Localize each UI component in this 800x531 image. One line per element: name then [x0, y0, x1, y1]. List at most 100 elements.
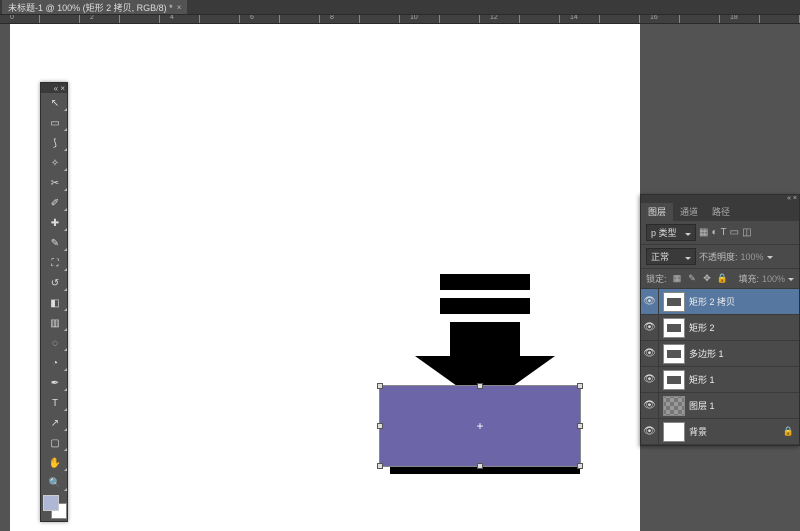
transform-handle-bot-mid[interactable]: [477, 463, 483, 469]
blend-opacity-row: 正常 不透明度: 100%: [641, 245, 799, 269]
transform-handle-bot-left[interactable]: [377, 463, 383, 469]
chevron-down-icon[interactable]: [788, 273, 794, 284]
tools-palette-header[interactable]: « ×: [41, 83, 67, 93]
layer-thumbnail[interactable]: [663, 370, 685, 390]
layer-thumbnail[interactable]: [663, 396, 685, 416]
visibility-eye-icon[interactable]: 👁: [641, 393, 659, 418]
transform-handle-mid-left[interactable]: [377, 423, 383, 429]
selected-shape-rect[interactable]: +: [380, 386, 580, 466]
path-select-tool[interactable]: ↗: [41, 413, 69, 433]
layer-list: 👁 矩形 2 拷贝 👁矩形 2👁多边形 1👁矩形 1👁图层 1👁背景🔒: [641, 289, 799, 445]
pen-tool[interactable]: ✒: [41, 373, 69, 393]
tool-glyph-icon: ⛶: [52, 258, 59, 269]
panel-collapse-bar[interactable]: « ×: [641, 195, 799, 203]
crop-tool[interactable]: ✂: [41, 173, 69, 193]
filter-type-icon[interactable]: T: [721, 227, 727, 238]
eraser-tool[interactable]: ◧: [41, 293, 69, 313]
ruler-ticks: [0, 15, 800, 23]
document-tab-title: 未标题-1 @ 100% (矩形 2 拷贝, RGB/8) *: [8, 1, 173, 14]
flyout-triangle-icon: [64, 228, 67, 231]
tab-layers[interactable]: 图层: [641, 203, 673, 221]
fill-value[interactable]: 100%: [762, 274, 785, 284]
gradient-tool[interactable]: ▥: [41, 313, 69, 333]
eyedropper-tool[interactable]: ✐: [41, 193, 69, 213]
shape-tool[interactable]: ▢: [41, 433, 69, 453]
layer-name-label: 矩形 2 拷贝: [689, 295, 799, 308]
hand-tool[interactable]: ✋: [41, 453, 69, 473]
flyout-triangle-icon: [64, 168, 67, 171]
move-tool[interactable]: ↖: [41, 93, 69, 113]
layer-thumbnail[interactable]: [663, 422, 685, 442]
transform-handle-bot-right[interactable]: [577, 463, 583, 469]
tool-glyph-icon: ▭: [50, 118, 59, 129]
transform-center-icon[interactable]: +: [475, 421, 485, 431]
layer-row[interactable]: 👁多边形 1: [641, 341, 799, 367]
tool-glyph-icon: ▥: [50, 318, 59, 329]
chevron-down-icon[interactable]: [767, 251, 773, 262]
layer-row[interactable]: 👁矩形 2: [641, 315, 799, 341]
layer-row[interactable]: 👁背景🔒: [641, 419, 799, 445]
visibility-eye-icon[interactable]: 👁: [641, 289, 659, 314]
lock-transparent-icon[interactable]: ▦: [672, 273, 683, 284]
tab-paths[interactable]: 路径: [705, 203, 737, 221]
lock-icon: 🔒: [783, 426, 794, 437]
flyout-triangle-icon: [64, 408, 67, 411]
layer-thumbnail[interactable]: [663, 344, 685, 364]
brush-tool[interactable]: ✎: [41, 233, 69, 253]
transform-handle-top-mid[interactable]: [477, 383, 483, 389]
layer-row[interactable]: 👁矩形 1: [641, 367, 799, 393]
type-tool[interactable]: T: [41, 393, 69, 413]
canvas[interactable]: +: [10, 24, 640, 531]
collapse-icon[interactable]: « ×: [787, 195, 797, 203]
tool-glyph-icon: ↖: [51, 98, 59, 109]
dodge-tool[interactable]: ◔: [41, 353, 69, 373]
visibility-eye-icon[interactable]: 👁: [641, 315, 659, 340]
tab-channels[interactable]: 通道: [673, 203, 705, 221]
color-swatch[interactable]: [43, 495, 67, 519]
visibility-eye-icon[interactable]: 👁: [641, 419, 659, 444]
layer-thumbnail[interactable]: [663, 292, 685, 312]
kind-select[interactable]: p 类型: [646, 224, 696, 241]
filter-shape-icon[interactable]: ▭: [730, 227, 739, 238]
history-brush-tool[interactable]: ↺: [41, 273, 69, 293]
flyout-triangle-icon: [64, 448, 67, 451]
visibility-eye-icon[interactable]: 👁: [641, 341, 659, 366]
transform-handle-top-left[interactable]: [377, 383, 383, 389]
zoom-tool[interactable]: 🔍: [41, 473, 69, 493]
chevron-down-icon: [685, 228, 691, 238]
visibility-eye-icon[interactable]: 👁: [641, 367, 659, 392]
blur-tool[interactable]: ◌: [41, 333, 69, 353]
lock-all-icon[interactable]: 🔒: [717, 273, 728, 284]
layer-thumbnail[interactable]: [663, 318, 685, 338]
kind-label: p 类型: [651, 226, 677, 239]
lasso-tool[interactable]: ⟆: [41, 133, 69, 153]
lock-pixels-icon[interactable]: ✎: [687, 273, 698, 284]
filter-adjust-icon[interactable]: ◐: [711, 227, 717, 238]
filter-pixel-icon[interactable]: ▦: [699, 227, 708, 238]
layer-row[interactable]: 👁 矩形 2 拷贝: [641, 289, 799, 315]
tool-glyph-icon: ✒: [51, 378, 59, 389]
main-area: + « × ↖▭⟆✧✂✐✚✎⛶↺◧▥◌◔✒T↗▢✋🔍 « × 图层 通道 路径 …: [0, 24, 800, 531]
document-tab[interactable]: 未标题-1 @ 100% (矩形 2 拷贝, RGB/8) * ×: [2, 0, 187, 15]
healing-tool[interactable]: ✚: [41, 213, 69, 233]
collapse-icon[interactable]: « ×: [54, 84, 65, 93]
lock-fill-row: 锁定: ▦ ✎ ✥ 🔒 填充: 100%: [641, 269, 799, 289]
tool-glyph-icon: ⟆: [53, 138, 57, 149]
marquee-tool[interactable]: ▭: [41, 113, 69, 133]
tool-glyph-icon: 🔍: [49, 478, 61, 489]
blend-mode-select[interactable]: 正常: [646, 248, 696, 265]
transform-handle-top-right[interactable]: [577, 383, 583, 389]
ruler-number: 10: [410, 14, 418, 21]
close-tab-icon[interactable]: ×: [177, 3, 182, 12]
foreground-color-swatch[interactable]: [43, 495, 59, 511]
tool-glyph-icon: ✎: [51, 238, 59, 249]
horizontal-ruler: 024681012141618: [0, 14, 800, 24]
transform-handle-mid-right[interactable]: [577, 423, 583, 429]
layer-row[interactable]: 👁图层 1: [641, 393, 799, 419]
filter-smart-icon[interactable]: ◫: [742, 227, 751, 238]
stamp-tool[interactable]: ⛶: [41, 253, 69, 273]
flyout-triangle-icon: [64, 208, 67, 211]
lock-position-icon[interactable]: ✥: [702, 273, 713, 284]
opacity-value[interactable]: 100%: [741, 252, 764, 262]
wand-tool[interactable]: ✧: [41, 153, 69, 173]
